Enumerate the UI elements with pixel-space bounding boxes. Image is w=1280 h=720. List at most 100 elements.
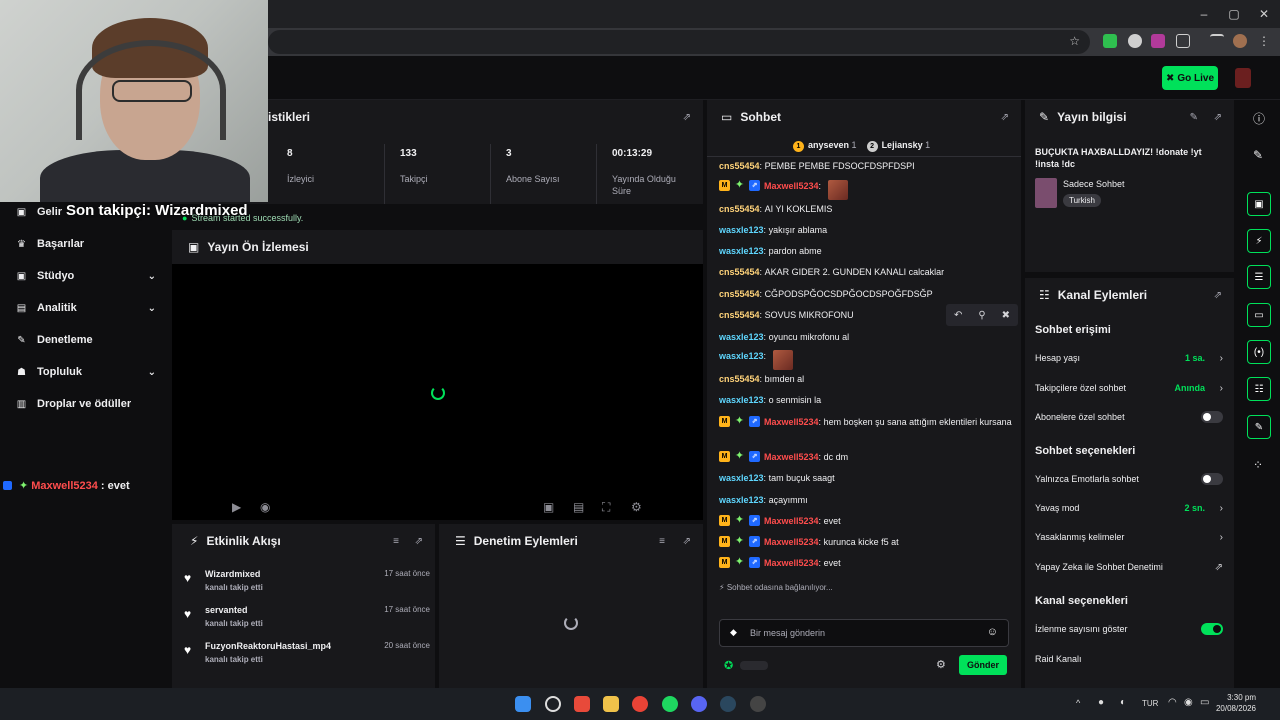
chat-message[interactable]: wasxle123: pardon abme <box>719 245 1013 258</box>
spotify-icon[interactable] <box>662 696 678 712</box>
go-live-button[interactable]: ✖ Go Live <box>1162 66 1218 90</box>
chat-message[interactable]: cns55454: bımden al <box>719 373 1013 386</box>
send-button[interactable]: Gönder <box>959 655 1007 675</box>
chat-username[interactable]: cns55454 <box>719 373 760 386</box>
setting-banned-words[interactable]: Yasaklanmış kelimeler › <box>1035 529 1225 545</box>
extension-icon[interactable] <box>1151 34 1165 48</box>
clip-quick-icon[interactable]: ▣ <box>1247 192 1271 216</box>
emote-only-toggle[interactable] <box>1201 473 1223 485</box>
sidebar-item-2[interactable]: ▣ Stüdyo ⌄ <box>16 266 160 286</box>
chat-username[interactable]: cns55454 <box>719 203 760 216</box>
chat-username[interactable]: wasxle123 <box>719 350 764 363</box>
steam-icon[interactable] <box>720 696 736 712</box>
chrome-icon[interactable] <box>632 696 648 712</box>
popout-icon[interactable]: ⇗ <box>415 536 423 547</box>
more-menu-icon[interactable]: ⋮ <box>1258 34 1272 48</box>
setting-ai-moderation[interactable]: Yapay Zeka ile Sohbet Denetimi ⇗ <box>1035 559 1225 575</box>
chat-message[interactable]: cns55454: AKAR GIDER 2. GUNDEN KANALI ca… <box>719 266 1013 279</box>
profile-avatar[interactable] <box>1233 34 1247 48</box>
chat-message[interactable]: M ✦ ⇗ Maxwell5234: dc dm <box>719 451 1013 464</box>
bolt-quick-icon[interactable]: ⚡ <box>1247 229 1271 253</box>
chat-username[interactable]: wasxle123 <box>719 245 764 258</box>
windows-start-icon[interactable] <box>515 696 531 712</box>
maximize-button[interactable]: ▢ <box>1226 6 1242 22</box>
bookmark-star-icon[interactable]: ☆ <box>1069 34 1080 48</box>
setting-followers-only[interactable]: Takipçilere özel sohbet Anında › <box>1035 380 1225 396</box>
chat-settings-gear-icon[interactable]: ⚙ <box>936 658 946 671</box>
chat-message[interactable]: M ✦ ⇗ Maxwell5234: evet <box>719 515 1013 528</box>
chat-message[interactable]: cns55454: PEMBE PEMBE FDSOCFDSPFDSPI <box>719 160 1013 173</box>
activity-event[interactable]: ♥ Wizardmixed kanalı takip etti 17 saat önc… <box>184 569 430 601</box>
chat-username[interactable]: cns55454 <box>719 160 760 173</box>
reply-icon[interactable]: ↶ <box>954 310 962 321</box>
popout-icon[interactable]: ⇗ <box>1214 290 1222 301</box>
add-action-icon[interactable]: ⁘ <box>1253 458 1263 472</box>
chat-message[interactable]: M ✦ ⇗ Maxwell5234: evet <box>719 557 1013 570</box>
close-window-button[interactable]: ✕ <box>1256 6 1272 22</box>
search-icon[interactable] <box>545 696 561 712</box>
chat-username[interactable]: wasxle123 <box>719 494 764 507</box>
list-quick-icon[interactable]: ☰ <box>1247 265 1271 289</box>
category-boxart[interactable] <box>1035 178 1057 208</box>
chat-message[interactable]: wasxle123: yakışır ablama <box>719 224 1013 237</box>
chat-username[interactable]: Maxwell5234 <box>764 180 819 193</box>
discord-icon[interactable] <box>691 696 707 712</box>
setting-raid[interactable]: Raid Kanalı <box>1035 651 1225 667</box>
chat-message[interactable]: cns55454: AI YI KOKLEMIS <box>719 203 1013 216</box>
sidebar-item-4[interactable]: ✎ Denetleme <box>16 330 160 350</box>
language-indicator[interactable]: TUR <box>1142 699 1158 708</box>
chat-username[interactable]: wasxle123 <box>719 394 764 407</box>
sidebar-item-3[interactable]: ▤ Analitik ⌄ <box>16 298 160 318</box>
delete-icon[interactable]: ✖ <box>1002 310 1010 321</box>
chat-username[interactable]: wasxle123 <box>719 472 764 485</box>
taskbar-clock[interactable]: 3:30 pm 20/08/2026 <box>1216 692 1256 714</box>
pip-icon[interactable]: ▣ <box>543 500 554 514</box>
settings-quick-icon[interactable]: ☷ <box>1247 377 1271 401</box>
extension-icon[interactable] <box>1103 34 1117 48</box>
chat-quick-icon[interactable]: ▭ <box>1247 303 1271 327</box>
chat-username[interactable]: Maxwell5234 <box>764 536 819 549</box>
play-icon[interactable]: ▶ <box>232 500 241 514</box>
volume-icon[interactable]: ◉ <box>260 500 270 514</box>
chat-message[interactable]: M ✦ ⇗ Maxwell5234: <box>719 180 1013 200</box>
puzzle-icon[interactable] <box>1176 34 1190 48</box>
emoji-icon[interactable]: ☺ <box>987 626 998 638</box>
tab-list-icon[interactable] <box>1210 34 1224 48</box>
user-avatar[interactable] <box>1235 68 1251 88</box>
chat-username[interactable]: cns55454 <box>719 288 760 301</box>
volume-icon[interactable]: ◉ <box>1184 697 1193 708</box>
settings-gear-icon[interactable]: ⚙ <box>631 500 642 514</box>
subs-only-toggle[interactable] <box>1201 411 1223 423</box>
activity-event[interactable]: ♥ FuzyonReaktoruHastasi_mp4 kanalı takip e… <box>184 641 430 673</box>
chat-message[interactable]: wasxle123: <box>719 350 1013 370</box>
app-icon[interactable] <box>574 696 590 712</box>
chat-username[interactable]: cns55454 <box>719 266 760 279</box>
stream-tag[interactable]: Turkish <box>1063 194 1101 207</box>
show-viewcount-toggle[interactable] <box>1201 623 1223 635</box>
sidebar-item-6[interactable]: ▥ Droplar ve ödüller <box>16 394 160 414</box>
battery-icon[interactable]: ▭ <box>1200 697 1209 708</box>
broadcast-quick-icon[interactable]: (•) <box>1247 340 1271 364</box>
file-explorer-icon[interactable] <box>603 696 619 712</box>
setting-slow-mode[interactable]: Yavaş mod 2 sn. › <box>1035 500 1225 516</box>
chat-message[interactable]: wasxle123: tam buçuk saagt <box>719 472 1013 485</box>
wrench-quick-icon[interactable]: ✎ <box>1247 415 1271 439</box>
clip-icon[interactable]: ▤ <box>573 500 584 514</box>
filter-icon[interactable]: ≡ <box>659 536 665 547</box>
mic-icon[interactable]: ● <box>1098 697 1104 708</box>
chat-username[interactable]: wasxle123 <box>719 224 764 237</box>
activity-event[interactable]: ♥ servanted kanalı takip etti 17 saat önce <box>184 605 430 637</box>
chat-message[interactable]: cns55454: CĞPODSPĞOCSDPĞOCDSPOĞFDSĞP <box>719 288 1013 301</box>
chat-message-input[interactable]: ◆ Bir mesaj gönderin ☺ <box>719 619 1009 647</box>
chat-message[interactable]: wasxle123: açayımmı <box>719 494 1013 507</box>
popout-icon[interactable]: ⇗ <box>683 112 691 123</box>
fullscreen-icon[interactable]: ⛶ <box>602 500 610 515</box>
filter-icon[interactable]: ≡ <box>393 536 399 547</box>
chat-message[interactable]: wasxle123: o senmisin la <box>719 394 1013 407</box>
shield-icon[interactable] <box>1128 34 1142 48</box>
chat-username[interactable]: Maxwell5234 <box>764 451 819 464</box>
chat-message[interactable]: wasxle123: oyuncu mikrofonu al <box>719 331 1013 344</box>
edit-pencil-icon[interactable]: ✎ <box>1253 148 1263 162</box>
setting-account-age[interactable]: Hesap yaşı 1 sa. › <box>1035 350 1225 366</box>
popout-icon[interactable]: ⇗ <box>1001 112 1009 123</box>
